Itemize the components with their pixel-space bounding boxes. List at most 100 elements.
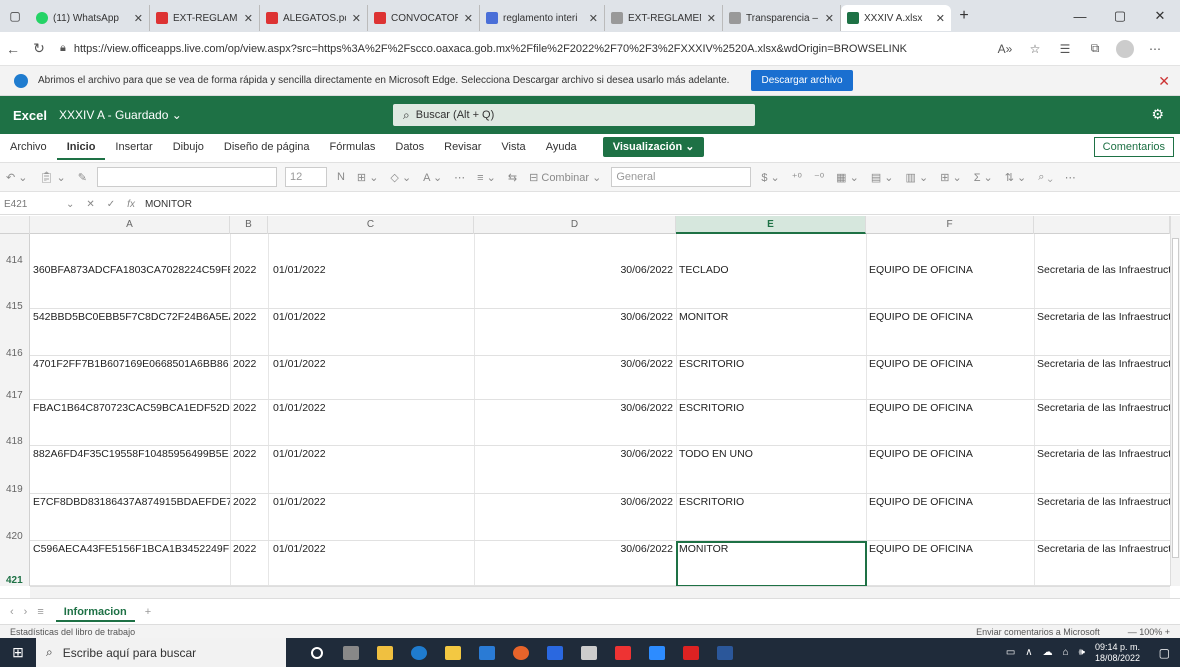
column-header-selected[interactable]: E <box>676 216 866 234</box>
search-input[interactable]: ⌕ Buscar (Alt + Q) <box>393 104 755 126</box>
gear-icon[interactable]: ⚙ <box>1151 106 1164 123</box>
onedrive-icon[interactable]: ☁ <box>1043 647 1053 658</box>
column-header[interactable]: B <box>230 216 268 234</box>
column-header[interactable]: A <box>30 216 230 234</box>
cell-category[interactable]: EQUIPO DE OFICINA <box>866 541 1034 557</box>
office-icon[interactable] <box>606 638 640 667</box>
column-header[interactable]: D <box>474 216 676 234</box>
cell-id[interactable]: 360BFA873ADCFA1803CA7028224C59FE <box>30 262 230 278</box>
find-icon[interactable]: ⌕ ⌄ <box>1032 171 1058 184</box>
maximize-icon[interactable]: ▢ <box>1100 0 1140 32</box>
cell-id[interactable]: 882A6FD4F35C19558F10485956499B5E <box>30 446 230 462</box>
add-sheet-icon[interactable]: + <box>145 606 151 618</box>
download-button[interactable]: Descargar archivo <box>751 70 853 91</box>
cell-year[interactable]: 2022 <box>230 356 268 372</box>
cell-department[interactable]: Secretaria de las Infraestructu <box>1034 356 1170 372</box>
close-tab-icon[interactable]: ✕ <box>244 12 253 25</box>
cell-end-date[interactable]: 30/06/2022 <box>474 356 676 372</box>
cell-year[interactable]: 2022 <box>230 309 268 325</box>
notifications-icon[interactable]: ▢ <box>1159 646 1170 660</box>
view-mode-button[interactable]: Visualización ⌄ <box>602 137 705 157</box>
zoom-app-icon[interactable] <box>640 638 674 667</box>
cell-department[interactable]: Secretaria de las Infraestructu <box>1034 400 1170 416</box>
row-number-selected[interactable]: 421 <box>0 575 30 586</box>
font-name-select[interactable] <box>96 167 277 187</box>
profile-avatar[interactable] <box>1116 39 1134 58</box>
refresh-icon[interactable]: ↻ <box>26 40 52 57</box>
tab-vista[interactable]: Vista <box>491 134 535 160</box>
row-number[interactable]: 414 <box>0 255 30 266</box>
insert-cells-icon[interactable]: ⊞ ⌄ <box>934 171 968 184</box>
mail-icon[interactable] <box>470 638 504 667</box>
calculator-icon[interactable] <box>572 638 606 667</box>
cell-start-date[interactable]: 01/01/2022 <box>270 446 470 462</box>
tray-chevron-icon[interactable]: ∧ <box>1025 647 1032 658</box>
tab-insertar[interactable]: Insertar <box>105 134 162 160</box>
conditional-format-icon[interactable]: ▦ ⌄ <box>830 171 865 184</box>
volume-icon[interactable]: 🕪︎ <box>1079 647 1085 658</box>
cell-id[interactable]: 4701F2FF7B1B607169E0668501A6BB86 <box>30 356 230 372</box>
minimize-icon[interactable]: — <box>1060 0 1100 32</box>
column-header[interactable] <box>1034 216 1170 234</box>
confirm-icon[interactable]: ✓ <box>107 199 115 210</box>
workbook-statistics[interactable]: Estadísticas del libro de trabajo <box>10 627 135 637</box>
feedback-link[interactable]: Enviar comentarios a Microsoft <box>976 627 1100 637</box>
more-options-icon[interactable]: ⋯ <box>1059 171 1082 184</box>
tab-formulas[interactable]: Fórmulas <box>320 134 386 160</box>
tablet-icon[interactable]: ▭ <box>1006 647 1015 658</box>
select-all-corner[interactable] <box>0 216 30 234</box>
read-aloud-icon[interactable]: A» <box>990 42 1020 56</box>
browser-tab[interactable]: (11) WhatsApp ✕ <box>30 5 150 31</box>
cell-category[interactable]: EQUIPO DE OFICINA <box>866 262 1034 278</box>
prev-sheet-icon[interactable]: ‹ <box>10 606 14 618</box>
next-sheet-icon[interactable]: › <box>24 606 28 618</box>
new-tab-icon[interactable]: + <box>951 7 977 25</box>
close-tab-icon[interactable]: ✕ <box>352 12 361 25</box>
cell-start-date[interactable]: 01/01/2022 <box>270 400 470 416</box>
tab-archivo[interactable]: Archivo <box>0 134 57 160</box>
cell-id[interactable]: C596AECA43FE5156F1BCA1B3452249FD <box>30 541 230 557</box>
currency-icon[interactable]: $ ⌄ <box>755 171 785 184</box>
browser-tab[interactable]: EXT-REGLAMENT✕ <box>150 5 260 31</box>
tab-actions-icon[interactable]: ▢ <box>0 0 30 32</box>
task-view-icon[interactable] <box>334 638 368 667</box>
cell-item[interactable]: ESCRITORIO <box>676 356 866 372</box>
tab-diseno[interactable]: Diseño de página <box>214 134 320 160</box>
close-tab-icon[interactable]: ✕ <box>707 12 716 25</box>
browser-tab[interactable]: Transparencia – S✕ <box>723 5 841 31</box>
tab-inicio[interactable]: Inicio <box>56 134 106 160</box>
acrobat-icon[interactable] <box>674 638 708 667</box>
cell-year[interactable]: 2022 <box>230 400 268 416</box>
row-number[interactable]: 417 <box>0 390 30 401</box>
formula-value[interactable]: MONITOR <box>145 199 192 210</box>
cell-end-date[interactable]: 30/06/2022 <box>474 541 676 557</box>
cell-end-date[interactable]: 30/06/2022 <box>474 400 676 416</box>
cell-year[interactable]: 2022 <box>230 494 268 510</box>
formula-dropdown-icon[interactable]: ⌄ <box>66 199 74 210</box>
comments-button[interactable]: Comentarios <box>1093 137 1174 157</box>
cell-start-date[interactable]: 01/01/2022 <box>270 541 470 557</box>
file-explorer-icon[interactable] <box>368 638 402 667</box>
browser-tab[interactable]: EXT-REGLAMENT✕ <box>605 5 723 31</box>
cell-end-date[interactable]: 30/06/2022 <box>474 309 676 325</box>
spreadsheet-grid[interactable]: A B C D E F 414 415 416 417 418 419 420 … <box>0 216 1170 586</box>
horizontal-scrollbar[interactable] <box>30 586 1170 598</box>
cell-year[interactable]: 2022 <box>230 541 268 557</box>
row-number[interactable]: 418 <box>0 436 30 447</box>
favorite-icon[interactable]: ☆ <box>1020 42 1050 56</box>
sort-filter-icon[interactable]: ⇅ ⌄ <box>999 171 1033 184</box>
cell-category[interactable]: EQUIPO DE OFICINA <box>866 356 1034 372</box>
autosum-icon[interactable]: Σ ⌄ <box>968 171 999 184</box>
collections-icon[interactable]: ⧉ <box>1080 41 1110 56</box>
firefox-icon[interactable] <box>504 638 538 667</box>
sheet-tab[interactable]: Informacion <box>55 602 135 622</box>
edge-taskbar-icon[interactable] <box>402 638 436 667</box>
borders-icon[interactable]: ⊞ ⌄ <box>351 171 385 184</box>
merge-button[interactable]: ⊟ Combinar ⌄ <box>523 171 607 184</box>
word-icon[interactable] <box>708 638 742 667</box>
tab-dibujo[interactable]: Dibujo <box>163 134 214 160</box>
browser-tab[interactable]: reglamento interi ✕ <box>480 5 605 31</box>
windows-start-icon[interactable]: ⊞ <box>0 644 36 661</box>
cancel-icon[interactable]: ✕ <box>86 199 94 210</box>
browser-tab-active[interactable]: XXXIV A.xlsx ✕ <box>841 5 951 31</box>
